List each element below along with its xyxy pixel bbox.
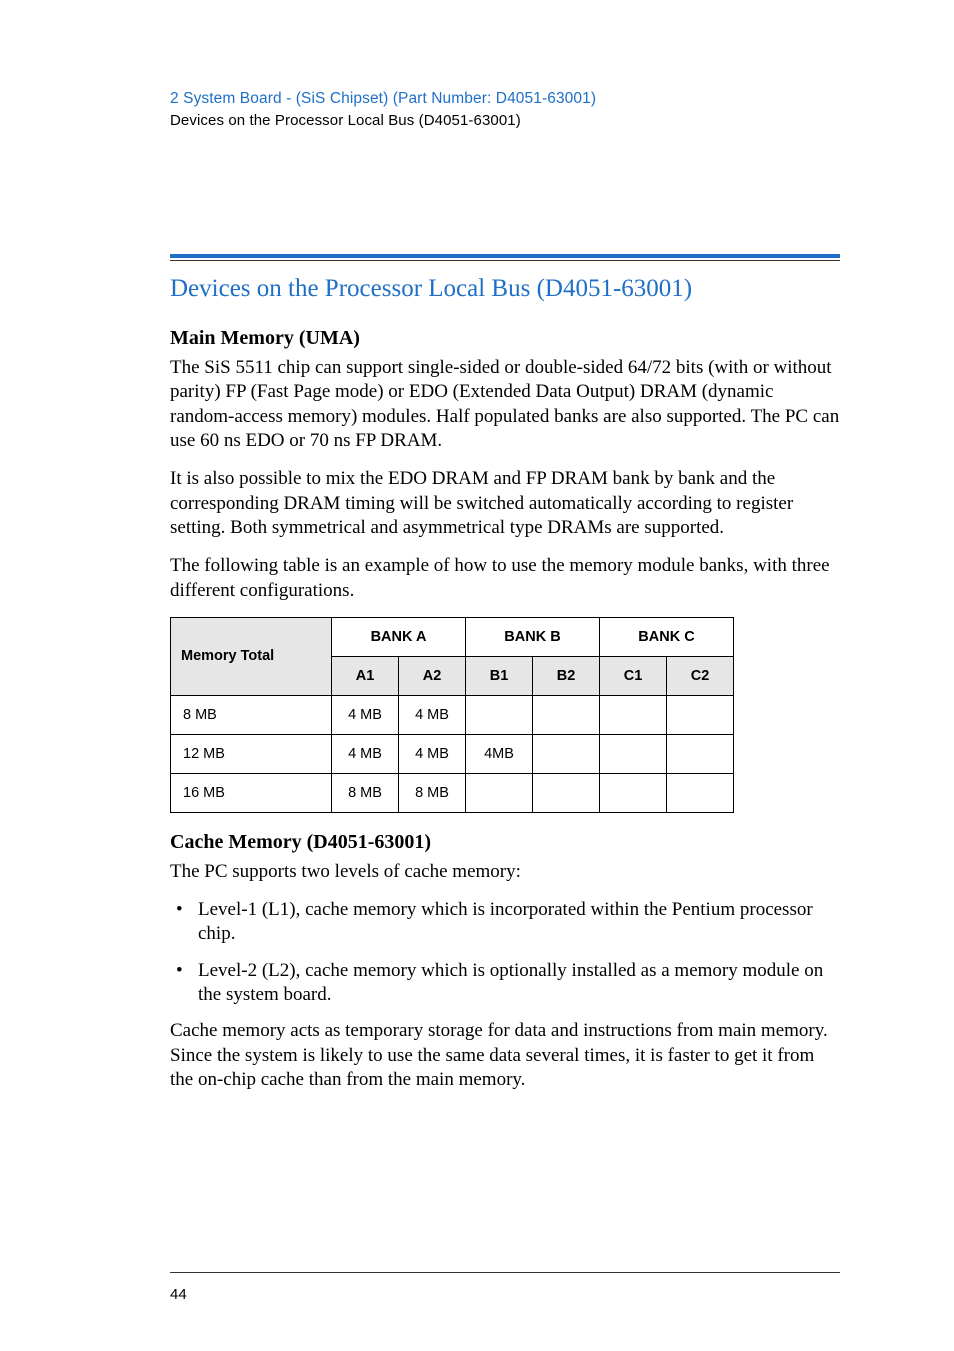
page: 2 System Board - (SiS Chipset) (Part Num… [0,0,954,1351]
memory-table: Memory Total BANK A BANK B BANK C A1 A2 … [170,617,734,813]
table-cell: 4 MB [399,734,466,773]
list-item: Level-2 (L2), cache memory which is opti… [170,959,840,1008]
paragraph: Cache memory acts as temporary storage f… [170,1019,840,1092]
table-row: 12 MB 4 MB 4 MB 4MB [171,734,734,773]
table-header-b1: B1 [466,656,533,695]
rule-thick [170,254,840,258]
paragraph: The PC supports two levels of cache memo… [170,860,840,884]
table-cell: 4 MB [332,695,399,734]
table-cell: 4MB [466,734,533,773]
rule-thin [170,260,840,261]
table-header-a2: A2 [399,656,466,695]
subhead-cache-memory: Cache Memory (D4051-63001) [170,831,844,854]
table-cell [533,734,600,773]
table-cell: 4 MB [399,695,466,734]
table-cell [667,773,734,812]
table-cell [667,695,734,734]
table-cell [667,734,734,773]
header-sub: Devices on the Processor Local Bus (D405… [170,112,844,129]
table-cell [600,773,667,812]
table-row: 16 MB 8 MB 8 MB [171,773,734,812]
table-header-c2: C2 [667,656,734,695]
table-cell [466,695,533,734]
table-cell [533,695,600,734]
paragraph: The following table is an example of how… [170,554,840,603]
subhead-main-memory: Main Memory (UMA) [170,327,844,350]
paragraph: It is also possible to mix the EDO DRAM … [170,467,840,540]
table-cell [466,773,533,812]
table-header-bank-a: BANK A [332,617,466,656]
footer-rule [170,1272,840,1273]
section-title: Devices on the Processor Local Bus (D405… [170,275,844,303]
table-header-memory-total: Memory Total [171,617,332,695]
header-chapter: 2 System Board - (SiS Chipset) (Part Num… [170,90,844,108]
table-cell: 8 MB [332,773,399,812]
table-cell [600,695,667,734]
table-header-bank-c: BANK C [600,617,734,656]
bullet-list: Level-1 (L1), cache memory which is inco… [170,898,840,1007]
table-cell: 12 MB [171,734,332,773]
list-item: Level-1 (L1), cache memory which is inco… [170,898,840,947]
table-header-a1: A1 [332,656,399,695]
page-number: 44 [170,1286,187,1303]
table-cell: 8 MB [171,695,332,734]
table-cell: 8 MB [399,773,466,812]
table-cell [600,734,667,773]
table-header-b2: B2 [533,656,600,695]
paragraph: The SiS 5511 chip can support single-sid… [170,356,840,453]
table-header-c1: C1 [600,656,667,695]
table-header-bank-b: BANK B [466,617,600,656]
table-row: Memory Total BANK A BANK B BANK C [171,617,734,656]
table-cell [533,773,600,812]
table-cell: 16 MB [171,773,332,812]
table-row: 8 MB 4 MB 4 MB [171,695,734,734]
table-cell: 4 MB [332,734,399,773]
